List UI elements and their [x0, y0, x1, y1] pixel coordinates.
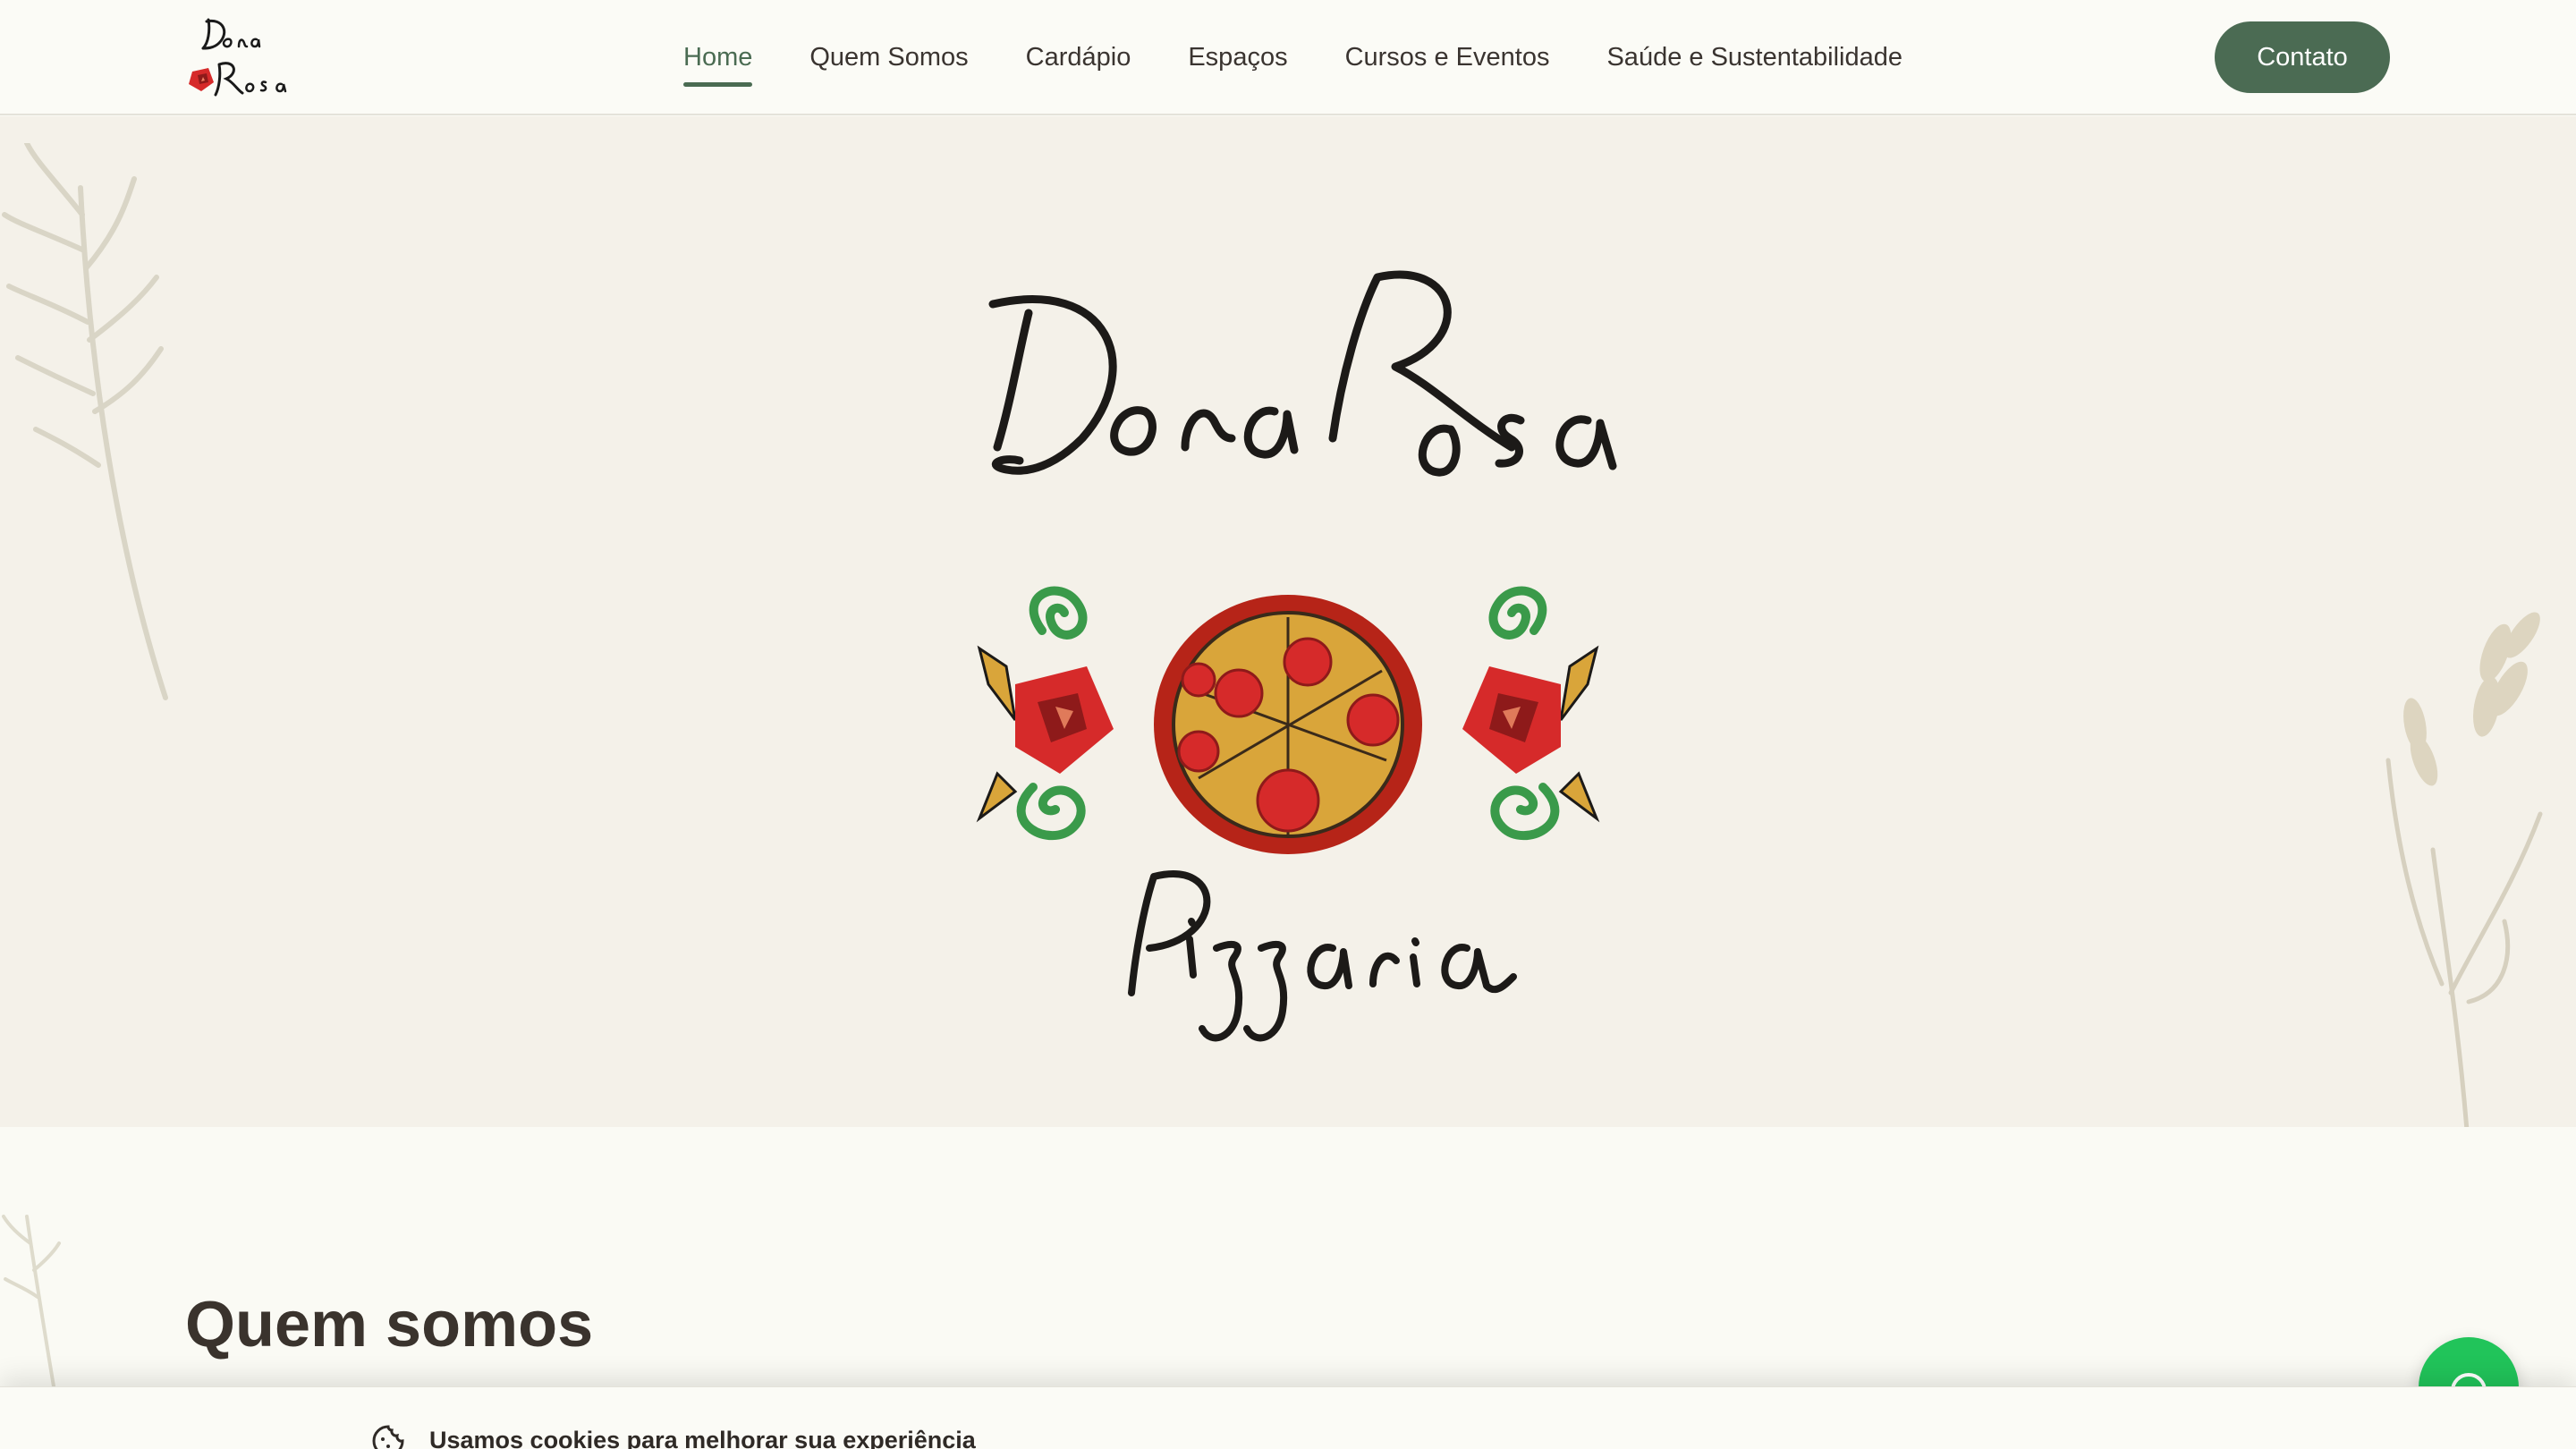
nav-cursos-eventos[interactable]: Cursos e Eventos: [1345, 43, 1550, 72]
hero-banner: [0, 116, 2576, 1127]
cookie-message: Usamos cookies para melhorar sua experiê…: [429, 1427, 976, 1449]
main-nav: Home Quem Somos Cardápio Espaços Cursos …: [683, 0, 1960, 115]
wheat-small-decoration-icon: [2, 1215, 61, 1386]
dona-rosa-pizzaria-logo: [976, 270, 1617, 1042]
site-logo[interactable]: [183, 13, 295, 102]
cookie-banner: Usamos cookies para melhorar sua experiê…: [0, 1386, 2576, 1449]
nav-saude-sustentabilidade[interactable]: Saúde e Sustentabilidade: [1606, 43, 1902, 72]
site-header: Home Quem Somos Cardápio Espaços Cursos …: [0, 0, 2576, 115]
nav-home[interactable]: Home: [683, 43, 753, 87]
wheat-ear-decoration-icon: [2385, 612, 2543, 1127]
nav-cardapio[interactable]: Cardápio: [1026, 43, 1131, 72]
wheat-decoration-icon: [2, 143, 168, 700]
nav-espacos[interactable]: Espaços: [1188, 43, 1287, 72]
cookie-icon: [372, 1425, 404, 1449]
section-title-quem-somos: Quem somos: [185, 1289, 594, 1360]
contact-button[interactable]: Contato: [2215, 21, 2390, 93]
nav-quem-somos[interactable]: Quem Somos: [809, 43, 968, 72]
